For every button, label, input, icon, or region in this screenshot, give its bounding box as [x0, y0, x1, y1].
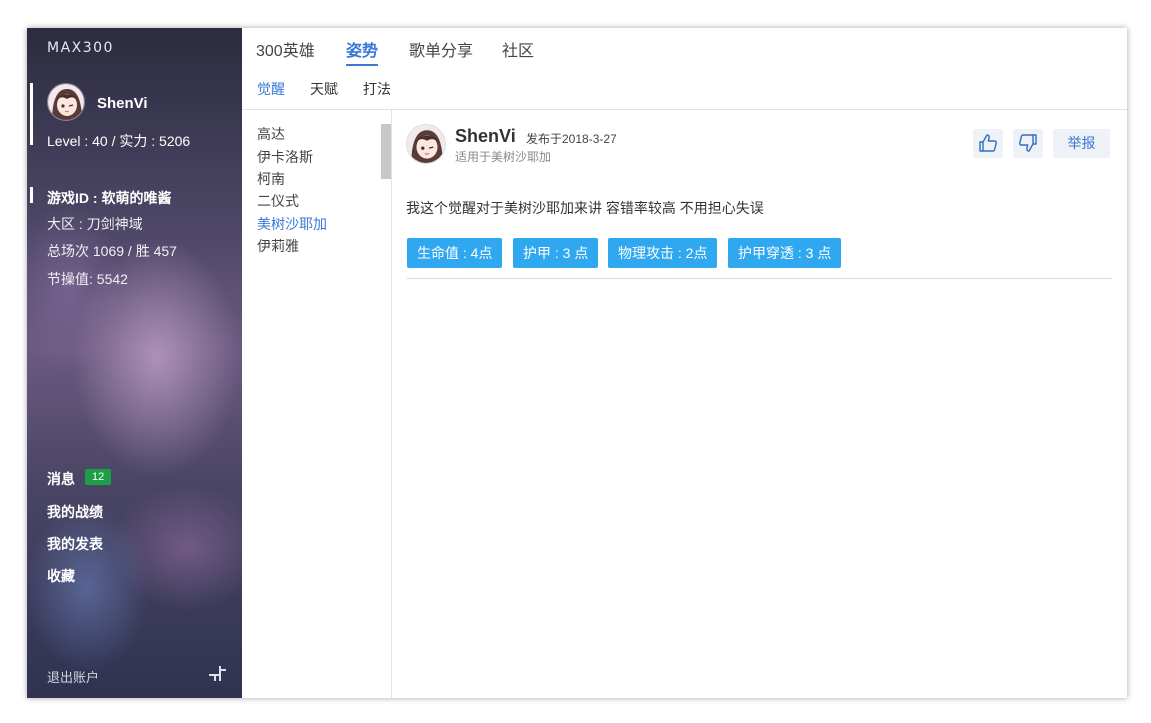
hero-list-item-active[interactable]: 美树沙耶加 — [257, 214, 327, 234]
stat-tag: 物理攻击 : 2点 — [608, 238, 718, 268]
game-id: 游戏ID : 软萌的唯酱 — [47, 190, 172, 206]
hero-list-scrollbar[interactable] — [381, 124, 391, 179]
tab-heroes[interactable]: 300英雄 — [256, 42, 315, 66]
hero-list-item[interactable]: 伊卡洛斯 — [257, 147, 313, 167]
pin-icon[interactable] — [207, 664, 227, 684]
sidebar: MAX300 ShenVi Level : 40 / 实力 : 5206 游戏I… — [27, 28, 242, 698]
sidebar-item-records[interactable]: 我的战绩 — [47, 502, 103, 522]
hero-list-item[interactable]: 二仪式 — [257, 191, 299, 211]
region: 大区 : 刀剑神域 — [47, 216, 143, 232]
subtab-talent[interactable]: 天赋 — [310, 79, 338, 99]
avatar[interactable] — [47, 83, 85, 121]
post-divider — [407, 278, 1112, 279]
like-button[interactable] — [973, 129, 1003, 158]
tab-posture[interactable]: 姿势 — [346, 42, 379, 66]
hero-list-item[interactable]: 伊莉雅 — [257, 236, 299, 256]
post-author-avatar[interactable] — [406, 124, 446, 164]
logout-button[interactable]: 退出账户 — [47, 667, 99, 686]
app-logo: MAX300 — [47, 40, 114, 56]
hero-list-item[interactable]: 柯南 — [257, 169, 285, 189]
subtab-playstyle[interactable]: 打法 — [363, 79, 391, 99]
sidebar-item-favorites[interactable]: 收藏 — [47, 566, 75, 586]
post-date: 发布于2018-3-27 — [526, 132, 617, 146]
tab-community[interactable]: 社区 — [502, 42, 534, 66]
dislike-button[interactable] — [1013, 129, 1043, 158]
score: 节操值: 5542 — [47, 271, 128, 287]
app-window: MAX300 ShenVi Level : 40 / 实力 : 5206 游戏I… — [27, 28, 1127, 698]
hero-list: 高达 伊卡洛斯 柯南 二仪式 美树沙耶加 伊莉雅 — [242, 110, 392, 698]
sidebar-item-posts[interactable]: 我的发表 — [47, 534, 103, 554]
post-author-name[interactable]: ShenVi — [455, 126, 516, 147]
stat-tag: 护甲 : 3 点 — [513, 238, 599, 268]
post-card: ShenVi 发布于2018-3-27 适用于美树沙耶加 举报 我这个觉醒对于美… — [392, 110, 1127, 698]
tab-playlist[interactable]: 歌单分享 — [409, 42, 473, 66]
report-button[interactable]: 举报 — [1053, 129, 1110, 158]
subtab-awaken[interactable]: 觉醒 — [257, 79, 285, 99]
info-active-marker — [30, 187, 33, 203]
username: ShenVi — [97, 95, 148, 112]
match-stats: 总场次 1069 / 胜 457 — [47, 243, 177, 259]
stat-tag: 护甲穿透 : 3 点 — [728, 238, 842, 268]
messages-count-badge: 12 — [85, 469, 112, 485]
post-body: 我这个觉醒对于美树沙耶加来讲 容错率较高 不用担心失误 — [406, 200, 764, 216]
hero-list-item[interactable]: 高达 — [257, 124, 285, 144]
sidebar-item-messages[interactable]: 消息 — [47, 469, 75, 489]
user-level: Level : 40 / 实力 : 5206 — [47, 133, 191, 149]
stat-tag: 生命值 : 4点 — [407, 238, 503, 268]
user-active-marker — [30, 83, 33, 145]
thumbs-up-icon — [979, 134, 997, 152]
top-nav: 300英雄 姿势 歌单分享 社区 觉醒 天赋 打法 — [242, 28, 1127, 110]
thumbs-down-icon — [1019, 134, 1037, 152]
post-applies-to: 适用于美树沙耶加 — [455, 150, 552, 164]
